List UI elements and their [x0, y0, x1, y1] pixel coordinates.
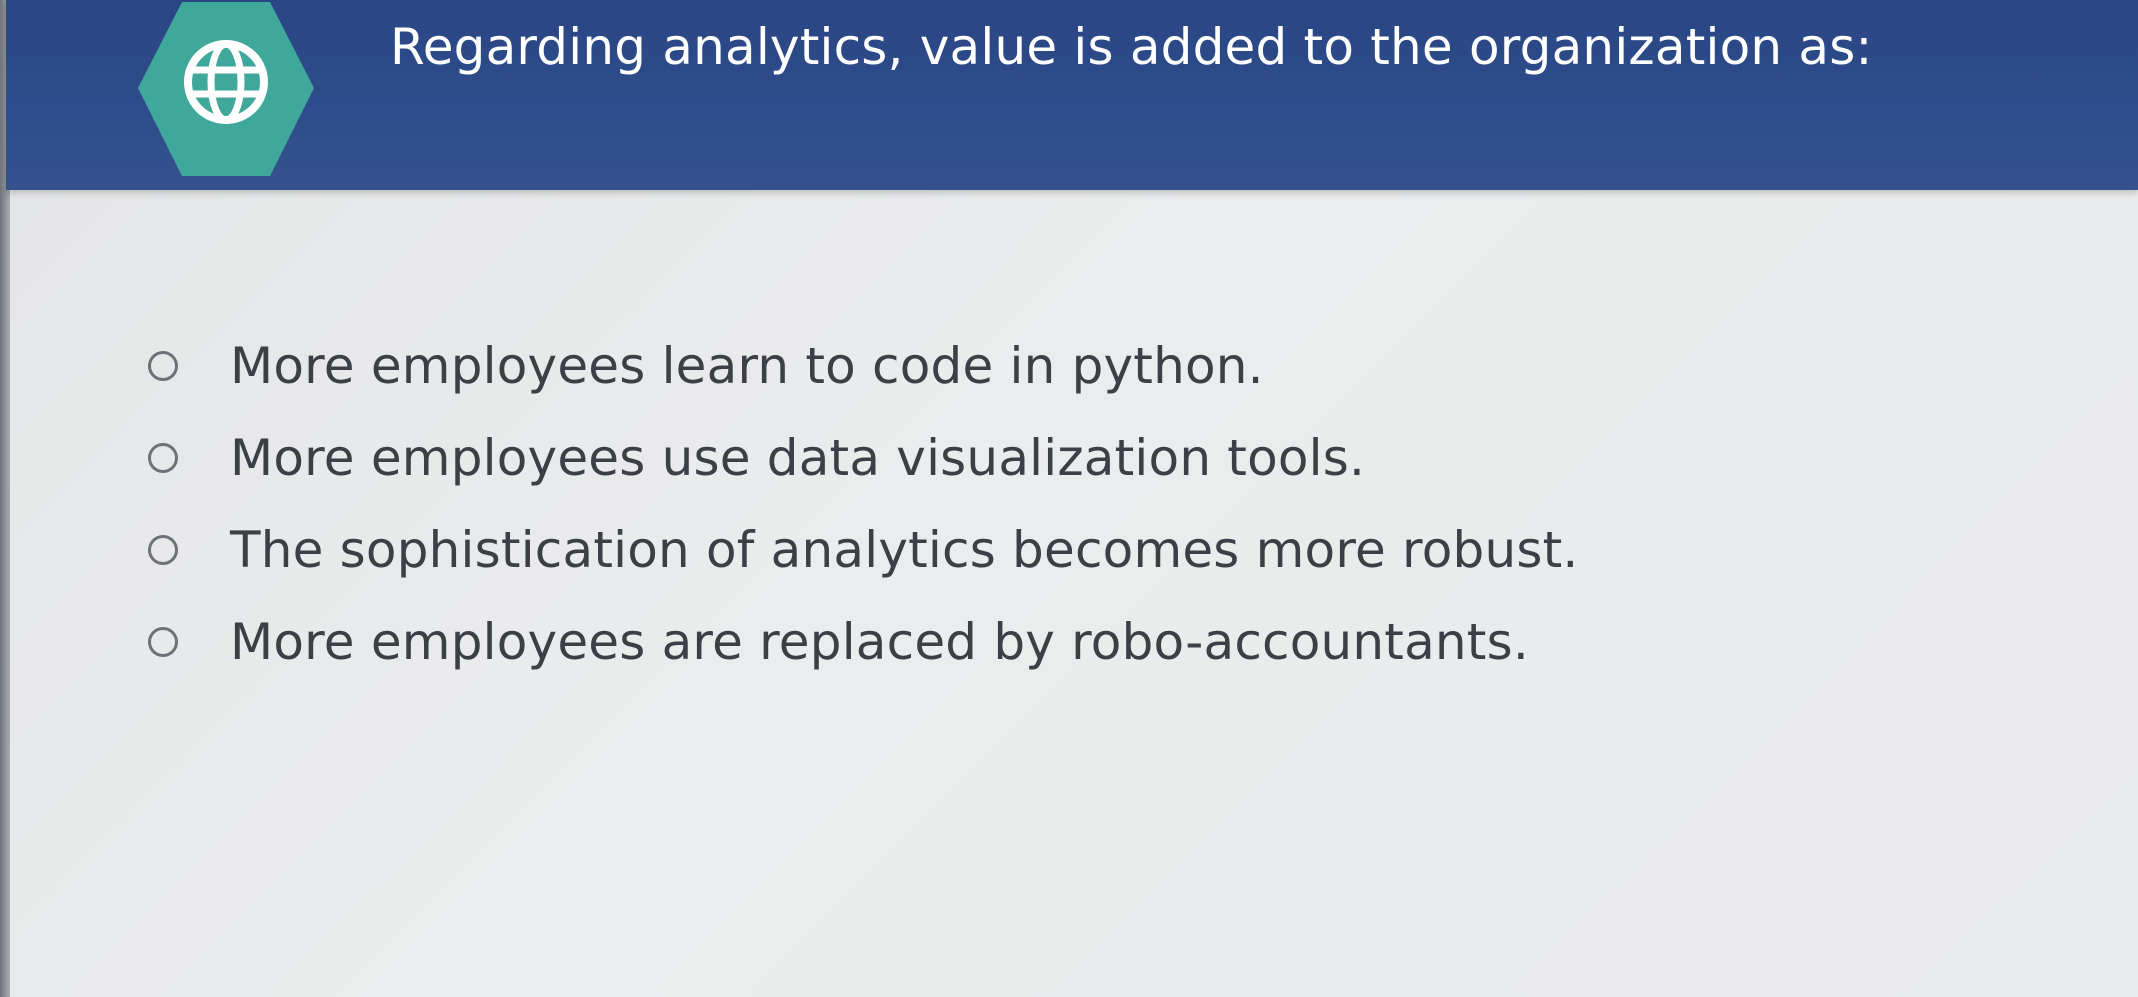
answer-option-2[interactable]: More employees use data visualization to…: [148, 412, 1579, 504]
answer-option-1[interactable]: More employees learn to code in python.: [148, 320, 1579, 412]
answer-label: The sophistication of analytics becomes …: [230, 521, 1579, 579]
quiz-screen: Regarding analytics, value is added to t…: [0, 0, 2138, 997]
answer-option-3[interactable]: The sophistication of analytics becomes …: [148, 504, 1579, 596]
radio-button[interactable]: [148, 535, 178, 565]
answer-option-4[interactable]: More employees are replaced by robo-acco…: [148, 596, 1579, 688]
answer-label: More employees use data visualization to…: [230, 429, 1366, 487]
question-text: Regarding analytics, value is added to t…: [390, 18, 1873, 76]
radio-button[interactable]: [148, 627, 178, 657]
answer-label: More employees are replaced by robo-acco…: [230, 613, 1529, 671]
answer-label: More employees learn to code in python.: [230, 337, 1264, 395]
category-badge: [134, 0, 318, 182]
globe-icon: [138, 2, 314, 176]
radio-button[interactable]: [148, 443, 178, 473]
answer-options: More employees learn to code in python. …: [148, 320, 1579, 688]
radio-button[interactable]: [148, 351, 178, 381]
question-header: Regarding analytics, value is added to t…: [6, 0, 2138, 190]
